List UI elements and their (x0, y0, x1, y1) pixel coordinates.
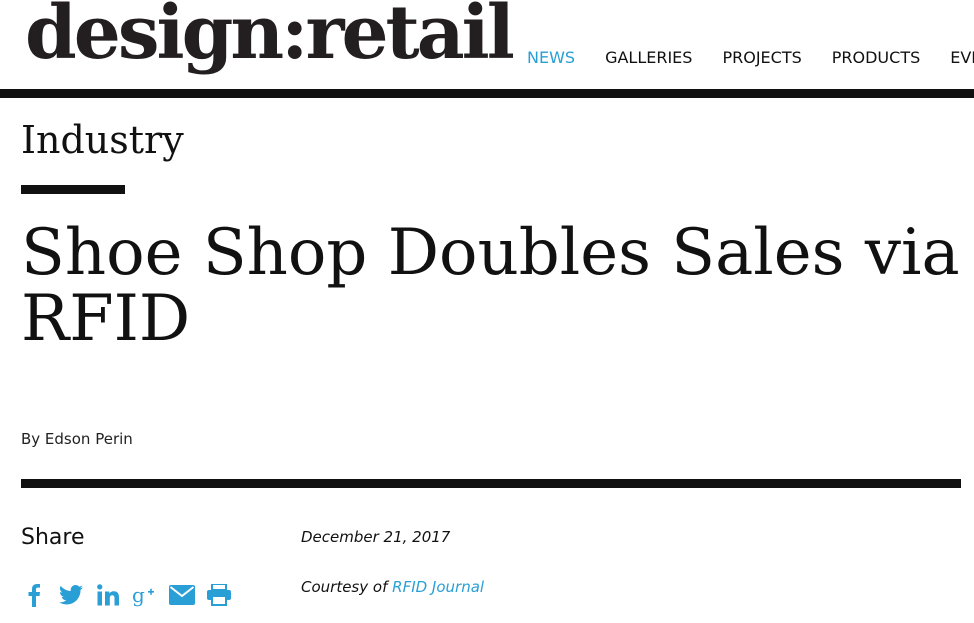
site-logo[interactable]: design:retail (25, 0, 515, 70)
nav-item-galleries[interactable]: GALLERIES (605, 48, 692, 67)
header-divider (0, 89, 974, 98)
courtesy-link[interactable]: RFID Journal (392, 578, 484, 596)
courtesy-prefix: Courtesy of (301, 578, 388, 596)
article-date: December 21, 2017 (301, 528, 451, 546)
twitter-icon[interactable] (58, 582, 84, 608)
facebook-icon[interactable] (21, 582, 47, 608)
google-plus-icon[interactable]: g (132, 582, 158, 608)
category-divider (21, 185, 125, 194)
print-icon[interactable] (206, 582, 232, 608)
svg-text:g: g (132, 583, 145, 607)
main-nav: NEWS GALLERIES PROJECTS PRODUCTS EVENTS (527, 48, 974, 67)
nav-item-products[interactable]: PRODUCTS (832, 48, 921, 67)
share-label: Share (21, 525, 85, 550)
content-divider (21, 479, 961, 488)
nav-item-events[interactable]: EVENTS (950, 48, 974, 67)
nav-item-news[interactable]: NEWS (527, 48, 575, 67)
share-icons: g (21, 582, 243, 608)
article-courtesy: Courtesy of RFID Journal (301, 578, 484, 596)
site-header: design:retail NEWS GALLERIES PROJECTS PR… (0, 0, 974, 89)
linkedin-icon[interactable] (95, 582, 121, 608)
article-title: Shoe Shop Doubles Sales via RFID (21, 216, 960, 356)
article-category[interactable]: Industry (21, 119, 184, 162)
article-byline: By Edson Perin (21, 430, 133, 448)
email-icon[interactable] (169, 582, 195, 608)
nav-item-projects[interactable]: PROJECTS (722, 48, 801, 67)
